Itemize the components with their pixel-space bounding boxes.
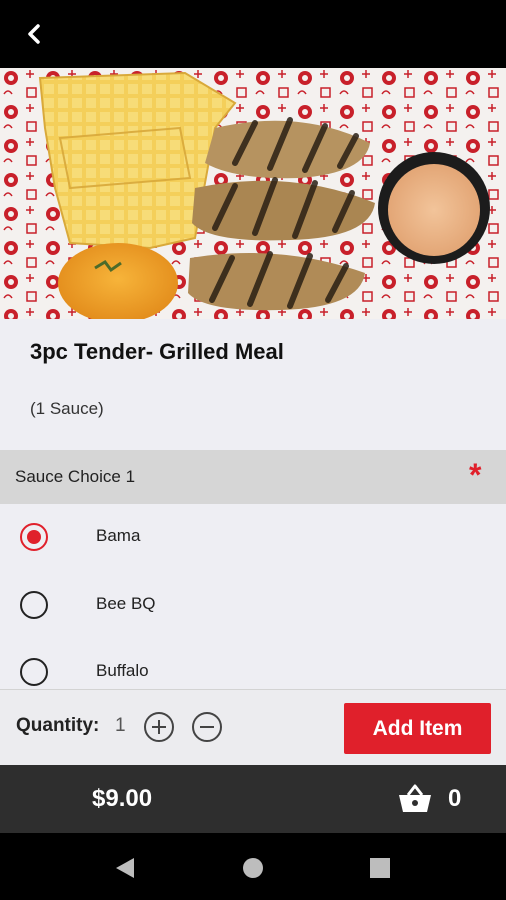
- radio-button-selected[interactable]: [20, 523, 48, 551]
- quantity-value: 1: [115, 715, 126, 736]
- food-photo: [0, 68, 506, 319]
- nav-home-button[interactable]: [238, 853, 268, 883]
- radio-button[interactable]: [20, 591, 48, 619]
- top-app-bar: [0, 0, 506, 68]
- back-button[interactable]: [14, 16, 54, 52]
- nav-back-button[interactable]: [110, 853, 140, 883]
- item-subtitle: (1 Sauce): [30, 399, 104, 418]
- meal-image: [0, 68, 506, 319]
- system-nav-bar: [0, 833, 506, 900]
- cart-button[interactable]: 0: [398, 782, 468, 818]
- radio-button[interactable]: [20, 658, 48, 686]
- option-label: Bee BQ: [96, 594, 156, 613]
- basket-icon: [399, 784, 431, 812]
- sauce-option-bama[interactable]: Bama: [0, 504, 506, 570]
- option-label: Buffalo: [96, 661, 149, 680]
- total-price: $9.00: [92, 785, 153, 812]
- sauce-choice-header: Sauce Choice 1 *: [0, 450, 506, 504]
- circle-home-icon: [243, 858, 263, 878]
- cart-count: 0: [448, 785, 462, 812]
- plus-circle-icon[interactable]: [144, 712, 174, 742]
- required-asterisk-icon: *: [469, 457, 482, 493]
- item-title: 3pc Tender- Grilled Meal: [30, 339, 284, 364]
- quantity-label: Quantity:: [16, 715, 100, 736]
- checkout-bar: $9.00 0: [0, 765, 506, 833]
- square-recent-icon: [370, 858, 390, 878]
- triangle-back-icon: [116, 858, 134, 878]
- minus-circle-icon[interactable]: [192, 712, 222, 742]
- chevron-left-icon: [28, 24, 40, 44]
- section-label: Sauce Choice 1: [15, 467, 136, 486]
- option-label: Bama: [96, 526, 141, 545]
- sauce-option-bee-bq[interactable]: Bee BQ: [0, 572, 506, 638]
- quantity-bar: Quantity: 1 Add Item: [0, 689, 506, 765]
- add-item-button[interactable]: Add Item: [344, 703, 491, 754]
- nav-recent-button[interactable]: [365, 853, 395, 883]
